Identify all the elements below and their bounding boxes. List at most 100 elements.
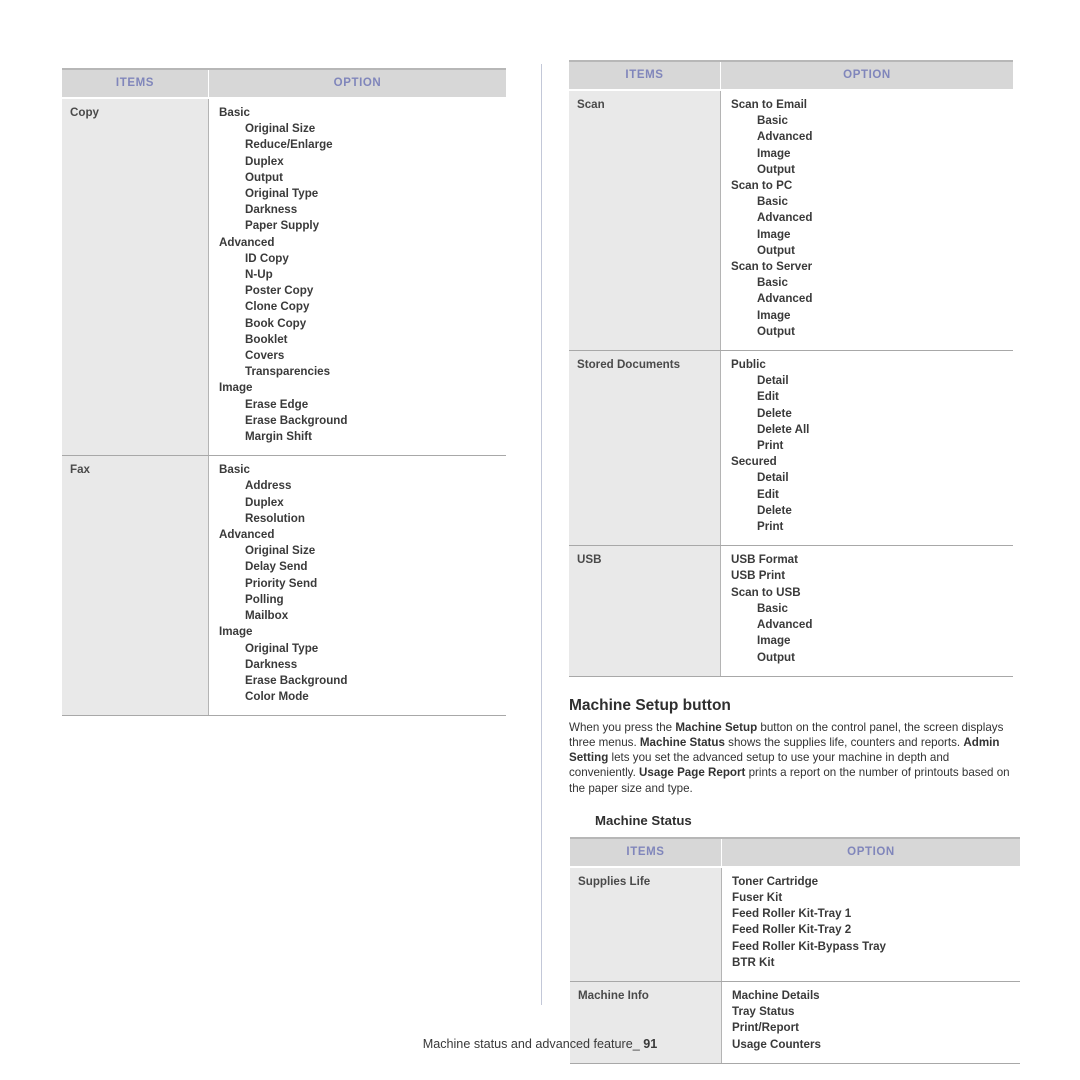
- menu-suboption: Paper Supply: [245, 219, 320, 233]
- menu-suboption: Image: [757, 146, 791, 160]
- menu-suboption: Darkness: [245, 657, 298, 671]
- menu-category-cell: Supplies Life: [570, 866, 722, 982]
- menu-option: Advanced: [219, 235, 275, 249]
- menu-suboption: Original Size: [245, 122, 316, 136]
- machine-setup-paragraph: When you press the Machine Setup button …: [569, 720, 1013, 796]
- menu-suboption: Covers: [245, 349, 285, 363]
- menu-suboption: Duplex: [245, 495, 284, 509]
- table-row: Fax Basic Address Duplex Resolution Advanced O…: [62, 455, 506, 717]
- menu-suboption: Margin Shift: [245, 430, 312, 444]
- menu-option-cell: Public Detail Edit Delete Delete All Print Sec…: [720, 350, 1013, 547]
- menu-suboption: Print: [757, 520, 784, 534]
- menu-suboption: Duplex: [245, 154, 284, 168]
- menu-suboption: Output: [757, 324, 795, 338]
- menu-suboption: Original Type: [245, 641, 319, 655]
- column-divider: [541, 64, 542, 1005]
- menu-suboption: Advanced: [757, 211, 813, 225]
- menu-category-cell: Fax: [62, 455, 209, 717]
- menu-suboption: Reduce/Enlarge: [245, 138, 333, 152]
- menu-option: USB Format: [731, 553, 798, 567]
- machine-status-subheading: Machine Status: [595, 812, 692, 828]
- menu-suboption: Original Size: [245, 544, 316, 558]
- table-header-row: ITEMS OPTION: [570, 836, 1020, 868]
- left-table-body: Copy Basic Original Size Reduce/Enlarge Dupl…: [62, 98, 506, 717]
- menu-suboption: Erase Background: [245, 673, 348, 687]
- menu-suboption: Edit: [757, 487, 779, 501]
- menu-suboption: Delete: [757, 503, 792, 517]
- menu-suboption: Delete: [757, 406, 792, 420]
- right-column: ITEMS OPTION Scan Scan to Email Basic Advan…: [569, 60, 1020, 1064]
- footer-text: Machine status and advanced feature_: [422, 1037, 640, 1051]
- menu-suboption: Output: [757, 243, 795, 257]
- table-row: Stored Documents Public Detail Edit Delete De…: [569, 350, 1013, 547]
- menu-option: Basic: [219, 463, 250, 477]
- menu-suboption: Erase Edge: [245, 397, 309, 411]
- machine-setup-heading: Machine Setup button: [569, 696, 731, 714]
- menu-option: Scan to PC: [731, 179, 793, 193]
- paragraph-text: When you press the: [569, 720, 676, 734]
- menu-option-cell: USB Format USB Print Scan to USB Basic Advan…: [720, 545, 1013, 677]
- menu-option: Image: [219, 381, 253, 395]
- menu-suboption: Erase Background: [245, 413, 348, 427]
- menu-option-cell: Scan to Email Basic Advanced Image Output Sca…: [720, 90, 1013, 352]
- menu-option-cell: Basic Original Size Reduce/Enlarge Duplex Ou…: [208, 98, 506, 457]
- menu-suboption: Delete All: [757, 422, 810, 436]
- column-header-option: OPTION: [721, 836, 1020, 868]
- menu-option: Scan to Server: [731, 260, 813, 274]
- menu-suboption: Book Copy: [245, 316, 307, 330]
- menu-suboption: Address: [245, 479, 292, 493]
- menu-suboption: N-Up: [245, 268, 273, 282]
- machine-setup-section: Machine Setup button When you press the …: [569, 697, 1013, 828]
- column-header-option: OPTION: [720, 60, 1013, 91]
- menu-option: Public: [731, 358, 766, 372]
- left-column: ITEMS OPTION Copy Basic Original Size Reduc…: [62, 68, 506, 717]
- menu-option: Machine Details: [732, 988, 820, 1002]
- table-row: Scan Scan to Email Basic Advanced Image Outpu…: [569, 90, 1013, 352]
- menu-suboption: Poster Copy: [245, 284, 314, 298]
- menu-suboption: Basic: [757, 114, 788, 128]
- menu-option: Basic: [219, 106, 250, 119]
- paragraph-text: shows the supplies life, counters and re…: [724, 735, 964, 749]
- page-footer: Machine status and advanced feature_ 91: [0, 1037, 1080, 1051]
- menu-option: Feed Roller Kit-Tray 2: [732, 923, 852, 937]
- menu-option: Print/Report: [732, 1021, 799, 1035]
- right-table-body: Scan Scan to Email Basic Advanced Image Outpu…: [569, 90, 1013, 677]
- copy-fax-menu-table: ITEMS OPTION Copy Basic Original Size Reduc…: [62, 68, 506, 717]
- menu-suboption: Advanced: [757, 130, 813, 144]
- menu-option: Secured: [731, 455, 777, 469]
- menu-option: Tray Status: [732, 1005, 795, 1019]
- column-header-items: ITEMS: [570, 836, 722, 868]
- menu-suboption: Detail: [757, 374, 789, 388]
- machine-status-table-wrap: ITEMS OPTION Supplies Life Toner Cartridg…: [570, 836, 1020, 1064]
- menu-suboption: Color Mode: [245, 690, 309, 704]
- column-header-option: OPTION: [208, 68, 506, 99]
- menu-category-cell: USB: [569, 545, 721, 677]
- menu-suboption: Detail: [757, 471, 789, 485]
- table-header-row: ITEMS OPTION: [569, 60, 1013, 91]
- menu-suboption: Basic: [757, 276, 788, 290]
- menu-suboption: Basic: [757, 195, 788, 209]
- menu-suboption: Basic: [757, 601, 788, 615]
- menu-option-cell: Basic Address Duplex Resolution Advanced Orig…: [208, 455, 506, 717]
- emphasized-term: Machine Status: [639, 735, 725, 749]
- emphasized-term: Machine Setup: [675, 720, 758, 734]
- menu-option: Feed Roller Kit-Bypass Tray: [732, 939, 886, 953]
- menu-category-cell: Scan: [569, 90, 721, 352]
- menu-suboption: Print: [757, 439, 784, 453]
- menu-suboption: Transparencies: [245, 365, 331, 379]
- menu-suboption: Image: [757, 308, 791, 322]
- table-row: Supplies Life Toner Cartridge Fuser Kit Fee…: [570, 866, 1020, 982]
- scan-storage-usb-menu-table: ITEMS OPTION Scan Scan to Email Basic Advan…: [569, 60, 1013, 677]
- menu-option: Advanced: [219, 528, 275, 542]
- menu-option: BTR Kit: [732, 955, 775, 969]
- menu-option: Feed Roller Kit-Tray 1: [732, 907, 852, 921]
- menu-suboption: Output: [245, 170, 283, 184]
- table-row: Copy Basic Original Size Reduce/Enlarge Dupl…: [62, 98, 506, 457]
- footer-page-number: 91: [643, 1037, 658, 1051]
- menu-category-cell: Copy: [62, 98, 209, 457]
- menu-category-cell: Stored Documents: [569, 350, 721, 547]
- emphasized-term: Usage Page Report: [639, 766, 746, 780]
- column-header-items: ITEMS: [569, 60, 721, 91]
- menu-option: Scan to Email: [731, 98, 808, 111]
- menu-suboption: Advanced: [757, 292, 813, 306]
